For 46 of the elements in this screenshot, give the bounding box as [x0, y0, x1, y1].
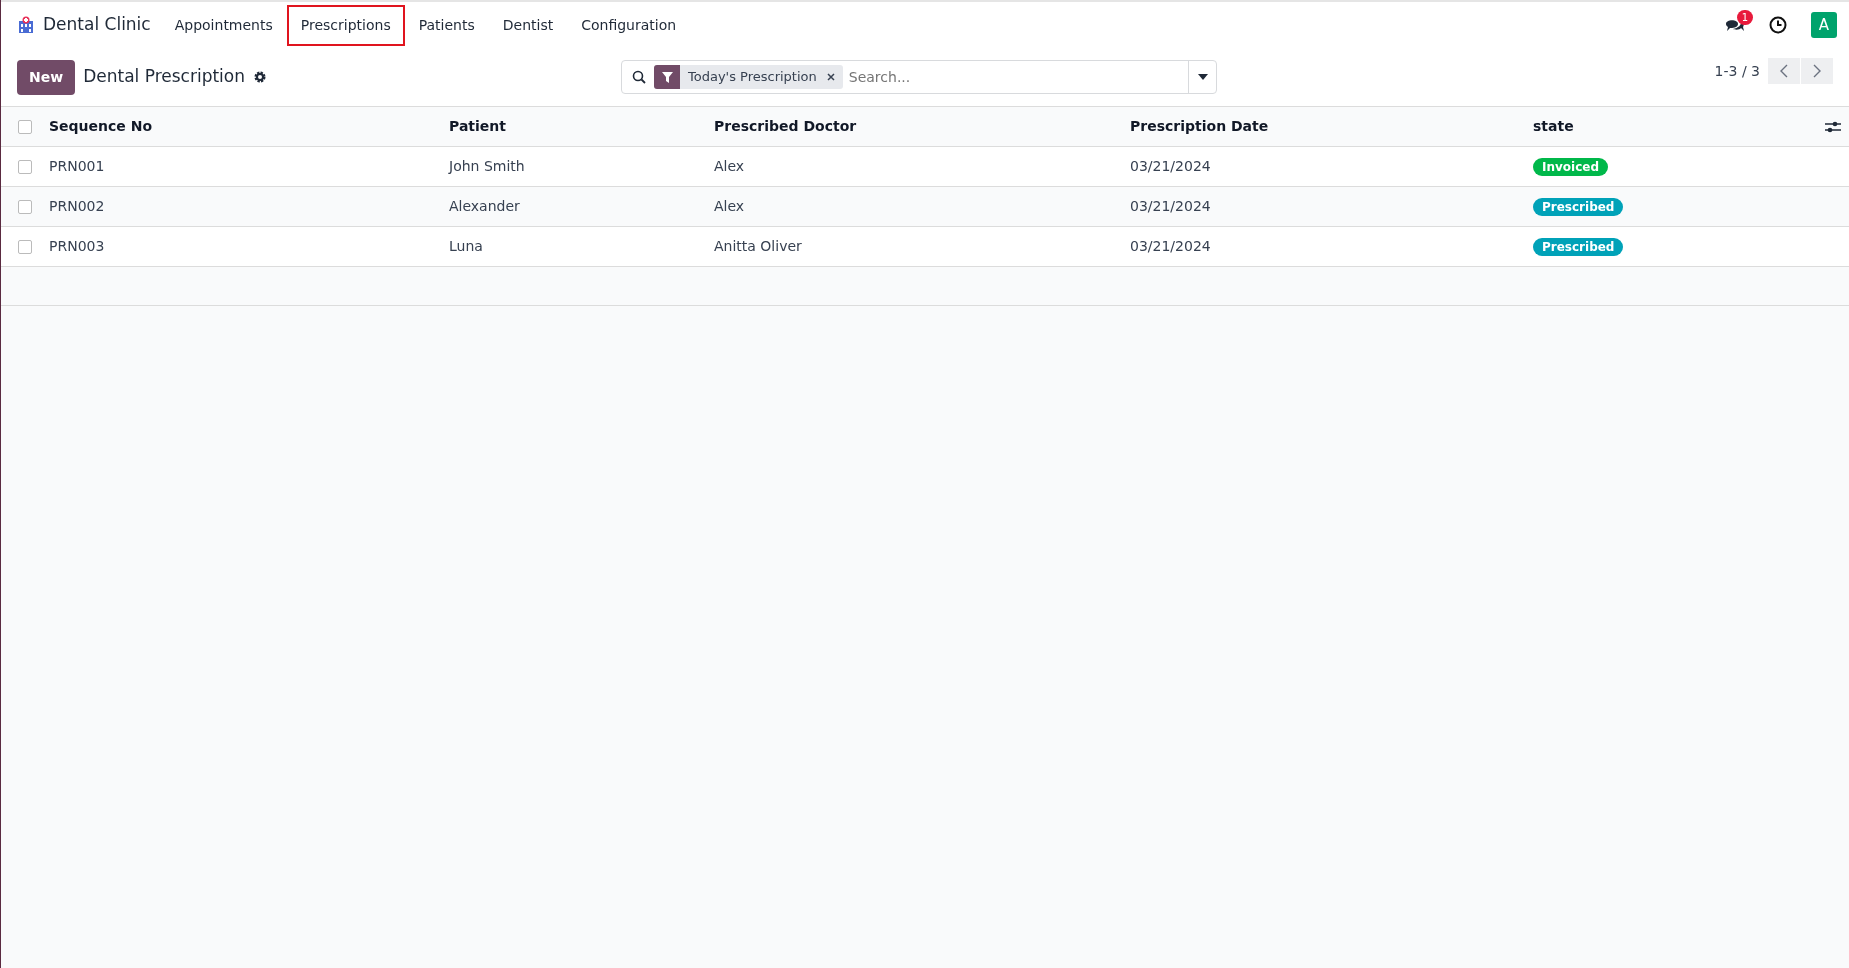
- gear-icon[interactable]: [253, 70, 267, 84]
- status-badge: Prescribed: [1533, 198, 1624, 216]
- chevron-right-icon: [1813, 64, 1821, 78]
- close-icon[interactable]: [826, 73, 835, 81]
- clock-icon[interactable]: [1769, 16, 1787, 34]
- message-count-badge: 1: [1736, 10, 1753, 25]
- menu-item[interactable]: Patients: [404, 4, 489, 46]
- menu-item[interactable]: Prescriptions: [286, 4, 405, 46]
- table-cell: PRN001: [49, 158, 105, 174]
- clinic-logo-icon[interactable]: [17, 16, 35, 34]
- select-all-checkbox[interactable]: [18, 120, 32, 134]
- table-cell: Alexander: [449, 198, 520, 214]
- app-name[interactable]: Dental Clinic: [43, 12, 151, 38]
- optional-columns-icon[interactable]: [1825, 120, 1841, 134]
- table-cell: Alex: [714, 158, 745, 174]
- table-cell: Anitta Oliver: [714, 238, 802, 254]
- search-bar[interactable]: Today's Prescription Search...: [621, 60, 1217, 94]
- menu-item[interactable]: Configuration: [567, 4, 691, 46]
- new-button[interactable]: New: [17, 59, 76, 95]
- row-checkbox[interactable]: [18, 240, 32, 254]
- table-cell: 03/21/2024: [1130, 238, 1211, 254]
- table-cell: PRN002: [49, 198, 105, 214]
- menu-item[interactable]: Dentist: [488, 4, 568, 46]
- row-checkbox[interactable]: [18, 200, 32, 214]
- pager-range[interactable]: 1-3 / 3: [1714, 60, 1760, 82]
- table-cell: John Smith: [449, 158, 525, 174]
- filter-facet-label: Today's Prescription: [687, 68, 818, 87]
- column-header[interactable]: Prescribed Doctor: [713, 106, 1129, 147]
- filter-icon: [661, 71, 673, 83]
- column-header[interactable]: Patient: [448, 106, 713, 147]
- status-badge: Prescribed: [1533, 238, 1624, 256]
- table-cell: PRN003: [49, 238, 105, 254]
- table-cell: 03/21/2024: [1130, 198, 1211, 214]
- page-title: Dental Prescription: [83, 65, 245, 89]
- dropdown-caret-icon[interactable]: [1197, 74, 1208, 80]
- search-icon: [632, 70, 646, 84]
- row-checkbox[interactable]: [18, 160, 32, 174]
- menu-item[interactable]: Appointments: [160, 4, 287, 46]
- table-cell: Luna: [449, 238, 483, 254]
- status-badge: Invoiced: [1533, 158, 1609, 176]
- chevron-left-icon: [1780, 64, 1788, 78]
- column-header[interactable]: state: [1532, 106, 1782, 147]
- column-header[interactable]: Prescription Date: [1129, 106, 1532, 147]
- table-cell: Alex: [714, 198, 745, 214]
- column-header[interactable]: Sequence No: [48, 106, 448, 147]
- table-cell: 03/21/2024: [1130, 158, 1211, 174]
